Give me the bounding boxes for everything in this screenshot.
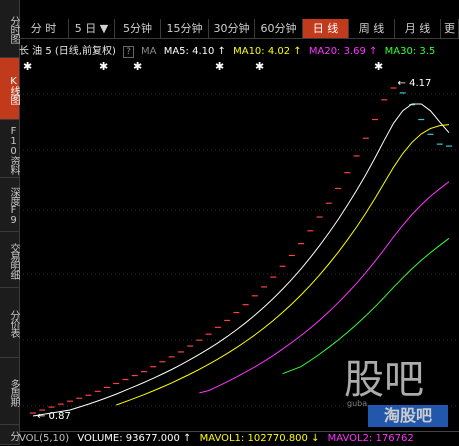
- watermark-badge: 淘股吧: [368, 405, 448, 427]
- side-tab[interactable]: F10资料: [0, 120, 19, 178]
- watermark-logo: 股吧 guba 淘股吧: [344, 360, 452, 430]
- period-button[interactable]: 5分钟: [115, 19, 161, 38]
- event-marker: ✱: [133, 60, 142, 73]
- event-marker: ✱: [99, 60, 108, 73]
- ma5-value: MA5: 4.10 ↑: [163, 46, 226, 57]
- mavol1-value: MAVOL1: 102770.800 ↓: [199, 433, 320, 444]
- price-high-label: ← 4.17: [398, 78, 432, 89]
- volume-info-line: VOL(5,10) VOLUME: 93677.000 ↑ MAVOL1: 10…: [19, 431, 459, 446]
- period-button[interactable]: 15分钟: [161, 19, 209, 38]
- side-nav: 分时图 K线图 F10资料 深度F9 交易明细 分价表 多周期分: [0, 0, 20, 445]
- period-button[interactable]: 60分钟: [255, 19, 303, 38]
- event-marker: ✱: [23, 60, 32, 73]
- period-button[interactable]: 5 日 ▼: [69, 19, 115, 38]
- stock-title: 长 油 5 (日线,前复权): [19, 46, 116, 57]
- toolbar-divider: [19, 38, 459, 39]
- event-marker: ✱: [255, 60, 264, 73]
- period-button[interactable]: 月 线: [395, 19, 441, 38]
- period-button[interactable]: 30分钟: [209, 19, 255, 38]
- event-marker: ✱: [374, 60, 383, 73]
- period-button[interactable]: 分 时: [19, 19, 69, 38]
- period-button[interactable]: 周 线: [349, 19, 395, 38]
- watermark-text: 股吧: [344, 357, 424, 403]
- period-toolbar: 分 时5 日 ▼ 5分钟 15分钟 30分钟 60分钟日 线周 线月 线更: [19, 0, 459, 42]
- ma20-value: MA20: 3.69 ↑: [308, 46, 378, 57]
- side-tab[interactable]: 分时图: [0, 0, 19, 58]
- help-button[interactable]: ?: [123, 46, 134, 58]
- event-marker: ✱: [215, 60, 224, 73]
- side-tab[interactable]: K线图: [0, 58, 19, 120]
- side-tab[interactable]: 交易明细: [0, 232, 19, 288]
- ma-line: [282, 237, 450, 375]
- volume-value: VOLUME: 93677.000 ↑: [77, 433, 192, 444]
- period-button[interactable]: 日 线: [303, 19, 349, 38]
- ma-indicator-label[interactable]: MA: [141, 46, 156, 57]
- side-tab[interactable]: 多周期: [0, 358, 19, 425]
- indicator-info-line: 长 油 5 (日线,前复权) ? MA MA5: 4.10 ↑ MA10: 4.…: [19, 45, 459, 59]
- side-tab[interactable]: 分价表: [0, 288, 19, 358]
- side-tab[interactable]: 深度F9: [0, 178, 19, 232]
- watermark-subtext: guba: [347, 399, 368, 408]
- ma10-value: MA10: 4.02 ↑: [233, 46, 302, 57]
- side-tab[interactable]: 分: [0, 425, 19, 445]
- period-button[interactable]: 更: [441, 19, 459, 38]
- price-low-label: ← 0.87: [37, 411, 71, 422]
- mavol2-value: MAVOL2: 176762: [327, 433, 414, 444]
- volume-indicator-label[interactable]: VOL(5,10): [19, 433, 69, 444]
- ma30-value: MA30: 3.5: [384, 46, 436, 57]
